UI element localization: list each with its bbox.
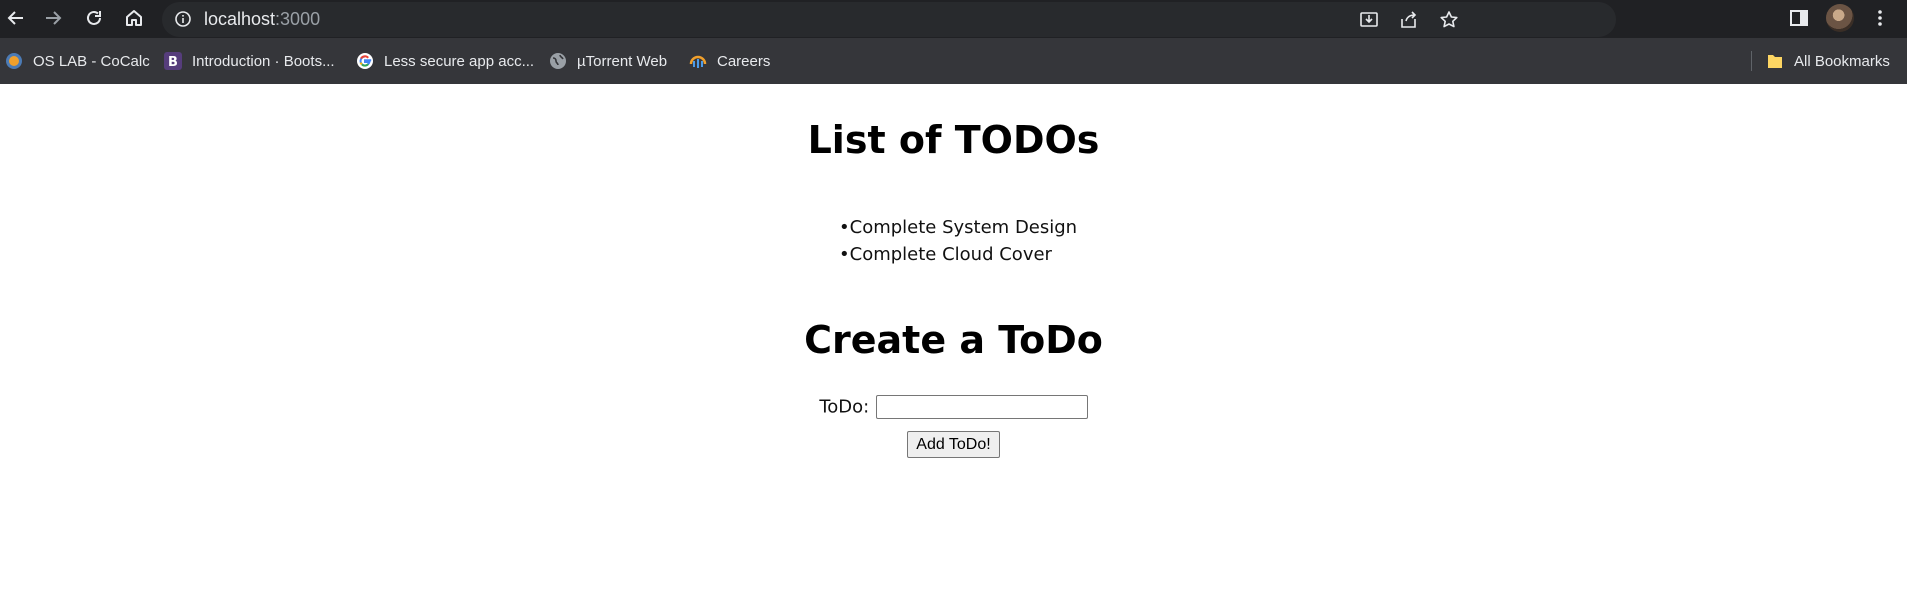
bookmark-item[interactable]: µTorrent Web xyxy=(549,38,667,84)
back-button[interactable] xyxy=(0,2,32,34)
reload-button[interactable] xyxy=(78,2,110,34)
bookmark-label: µTorrent Web xyxy=(577,52,668,70)
home-button[interactable] xyxy=(118,2,150,34)
bookmark-label: Careers xyxy=(717,52,771,70)
add-todo-button[interactable]: Add ToDo! xyxy=(907,431,1000,458)
side-panel-icon xyxy=(1790,10,1808,26)
all-bookmarks[interactable]: All Bookmarks xyxy=(1766,38,1890,84)
bookmarks-bar: OS LAB - CoCalc B Introduction · Boots..… xyxy=(0,38,1907,84)
info-icon xyxy=(175,11,191,27)
todo-list: Complete System Design Complete Cloud Co… xyxy=(839,214,1077,268)
back-arrow-icon xyxy=(7,11,23,25)
browser-toolbar: localhost:3000 xyxy=(0,0,1907,38)
submit-row: Add ToDo! xyxy=(0,431,1907,458)
todo-form-row: ToDo: xyxy=(0,395,1907,419)
todo-label: ToDo: xyxy=(819,396,870,418)
careers-icon xyxy=(689,52,707,70)
page-content: List of TODOs Complete System Design Com… xyxy=(0,84,1907,606)
todo-input[interactable] xyxy=(875,395,1088,419)
side-panel-button[interactable] xyxy=(1787,6,1811,30)
kebab-menu-icon xyxy=(1878,10,1882,26)
menu-button[interactable] xyxy=(1868,6,1892,30)
form-title: Create a ToDo xyxy=(804,318,1103,362)
url-host: localhost xyxy=(204,9,276,29)
bookmark-label: OS LAB - CoCalc xyxy=(33,52,150,70)
profile-avatar[interactable] xyxy=(1826,4,1854,32)
cocalc-icon xyxy=(5,52,23,70)
bookmark-item[interactable]: B Introduction · Boots... xyxy=(164,38,335,84)
forward-button[interactable] xyxy=(37,2,69,34)
share-icon[interactable] xyxy=(1398,9,1420,31)
install-app-icon[interactable] xyxy=(1358,9,1380,31)
url-port: :3000 xyxy=(275,9,321,29)
home-icon xyxy=(126,10,142,26)
address-bar[interactable]: localhost:3000 xyxy=(162,2,1616,37)
all-bookmarks-label: All Bookmarks xyxy=(1794,52,1890,70)
todo-item: Complete Cloud Cover xyxy=(839,241,1077,268)
url-text: localhost:3000 xyxy=(204,2,320,37)
bookmarks-divider xyxy=(1751,51,1752,71)
list-title: List of TODOs xyxy=(807,118,1100,162)
bookmark-label: Introduction · Boots... xyxy=(192,52,335,70)
bookmark-star-icon[interactable] xyxy=(1438,9,1460,31)
google-icon xyxy=(356,52,374,70)
bookmark-item[interactable]: Careers xyxy=(689,38,770,84)
forward-arrow-icon xyxy=(46,11,62,25)
globe-icon xyxy=(549,52,567,70)
folder-icon xyxy=(1766,52,1784,70)
reload-icon xyxy=(87,10,101,25)
todo-item: Complete System Design xyxy=(839,214,1077,241)
bootstrap-icon: B xyxy=(164,52,182,70)
bookmark-item[interactable]: Less secure app acc... xyxy=(356,38,534,84)
svg-text:B: B xyxy=(168,55,178,70)
bookmark-item[interactable]: OS LAB - CoCalc xyxy=(5,38,150,84)
bookmark-label: Less secure app acc... xyxy=(384,52,535,70)
